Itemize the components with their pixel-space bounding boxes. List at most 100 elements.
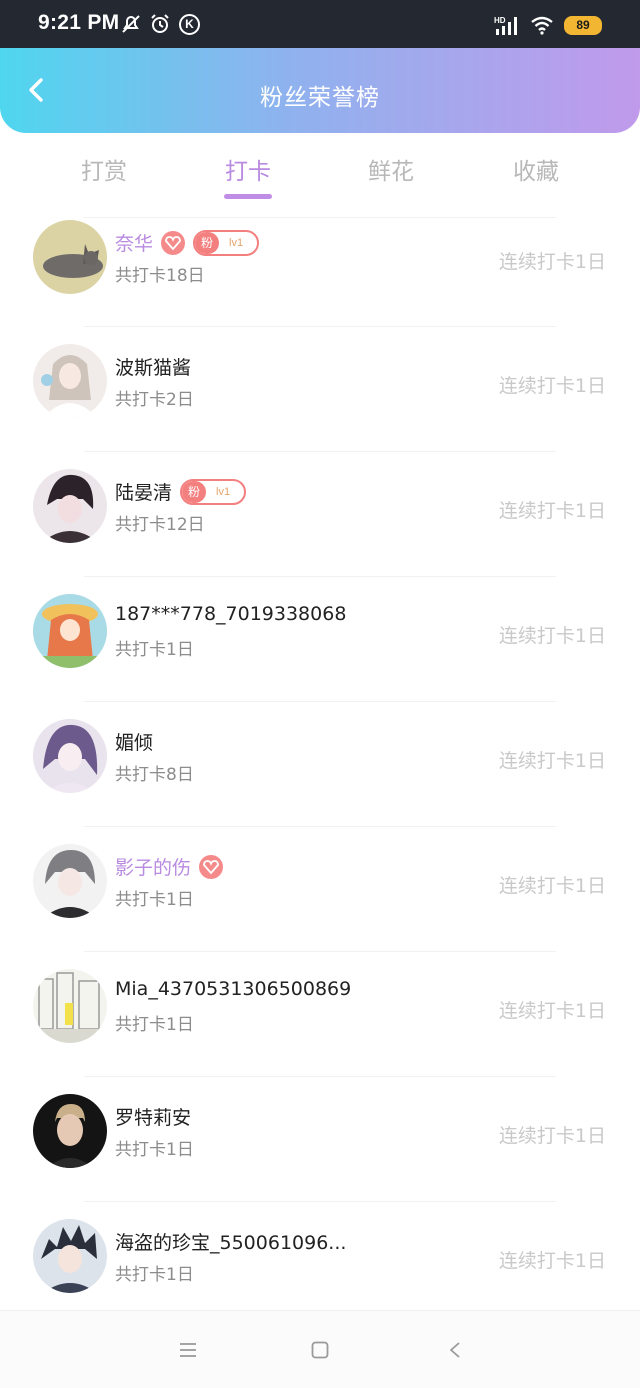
total-checkin: 共打卡1日 [115,1140,194,1160]
tab-reward[interactable]: 打赏 [54,152,154,186]
row-divider [84,1076,556,1077]
page-header: 粉丝荣誉榜 [0,48,640,133]
list-item[interactable]: 罗特莉安 共打卡1日 连续打卡1日 [0,1061,640,1185]
streak-text: 连续打卡1日 [498,875,606,897]
portrait-man-avatar [33,1094,107,1168]
fan-name[interactable]: 陆晏清 [115,478,172,505]
back-triangle-icon [450,1342,460,1358]
streak-text: 连续打卡1日 [498,1000,606,1022]
avatar[interactable] [33,719,107,793]
fan-name[interactable]: 媚倾 [115,728,153,755]
row-divider [84,576,556,577]
total-checkin: 共打卡1日 [115,890,194,910]
home-button[interactable] [305,1337,335,1363]
dark-hair-boy-avatar [33,469,107,543]
name-line: 影子的伤 [115,853,224,880]
list-item[interactable]: Mia_4370531306500869 共打卡1日 连续打卡1日 [0,936,640,1060]
avatar[interactable] [33,594,107,668]
status-time: 9:21 PM [38,11,120,34]
fan-badge-level: lv1 [216,485,231,498]
total-checkin: 共打卡1日 [115,640,194,660]
list-item[interactable]: 187***778_7019338068 共打卡1日 连续打卡1日 [0,561,640,685]
streak-text: 连续打卡1日 [498,1125,606,1147]
fan-name[interactable]: 奈华 [115,229,153,256]
list-item[interactable]: 海盗的珍宝_550061096... 共打卡1日 连续打卡1日 [0,1186,640,1310]
list-item[interactable]: 影子的伤 共打卡1日 连续打卡1日 [0,811,640,935]
row-divider [84,326,556,327]
name-line: 陆晏清 粉 lv1 [115,478,247,505]
muted-bell-icon [122,15,140,33]
tab-checkin[interactable]: 打卡 [198,152,298,186]
vip-heart-badge [199,854,224,879]
avatar[interactable] [33,469,107,543]
signal-icon: HD [494,16,517,35]
system-nav-bar [0,1310,640,1388]
fan-badge-label: 粉 [182,480,207,503]
street-sketch-avatar [33,969,107,1043]
home-square-icon [311,1341,329,1359]
grey-cat-avatar [33,220,107,294]
system-back-button[interactable] [440,1337,470,1363]
fan-badge-level: lv1 [229,236,244,249]
row-divider [84,217,556,218]
fan-level-badge: 粉 lv1 [180,478,247,505]
fan-name[interactable]: 187***778_7019338068 [115,603,346,625]
streak-text: 连续打卡1日 [498,375,606,397]
avatar[interactable] [33,220,107,294]
alarm-clock-icon [151,14,169,33]
anime-girl-white-avatar [33,344,107,418]
fan-level-badge: 粉 lv1 [193,229,260,256]
avatar[interactable] [33,844,107,918]
status-left-icons: K [121,13,200,35]
name-line: 海盗的珍宝_550061096... [115,1228,346,1255]
vip-heart-badge [161,230,186,255]
fan-name[interactable]: 罗特莉安 [115,1103,191,1130]
row-divider [84,701,556,702]
streak-text: 连续打卡1日 [498,1250,606,1272]
streak-text: 连续打卡1日 [498,625,606,647]
row-divider [84,826,556,827]
fan-name[interactable]: 海盗的珍宝_550061096... [115,1228,346,1255]
spiky-hair-boy-avatar [33,1219,107,1293]
fan-name[interactable]: Mia_4370531306500869 [115,978,351,1000]
tab-flowers[interactable]: 鲜花 [341,152,441,186]
row-divider [84,451,556,452]
menu-button[interactable] [173,1337,203,1363]
total-checkin: 共打卡1日 [115,1015,194,1035]
wifi-icon [531,16,553,35]
streak-text: 连续打卡1日 [498,500,606,522]
fan-name[interactable]: 影子的伤 [115,853,191,880]
diamond-heart-icon [165,235,181,250]
total-checkin: 共打卡2日 [115,390,194,410]
total-checkin: 共打卡12日 [115,515,205,535]
streak-text: 连续打卡1日 [498,251,606,273]
list-item[interactable]: 波斯猫酱 共打卡2日 连续打卡1日 [0,311,640,435]
name-line: 奈华 粉 lv1 [115,229,260,256]
status-right-icons: HD 89 [494,15,602,35]
list-item[interactable]: 奈华 粉 lv1 共打卡18日 连续打卡1日 [0,187,640,311]
list-item[interactable]: 媚倾 共打卡8日 连续打卡1日 [0,686,640,810]
purple-hair-girl-avatar [33,719,107,793]
list-item[interactable]: 陆晏清 粉 lv1 共打卡12日 连续打卡1日 [0,436,640,560]
avatar[interactable] [33,969,107,1043]
total-checkin: 共打卡18日 [115,266,205,286]
orange-hair-girl-avatar [33,594,107,668]
network-type-label: HD [494,16,506,25]
fan-name[interactable]: 波斯猫酱 [115,353,191,380]
avatar[interactable] [33,1094,107,1168]
name-line: Mia_4370531306500869 [115,978,351,1000]
fan-badge-label: 粉 [195,231,220,254]
battery-indicator: 89 [564,15,602,35]
row-divider [84,951,556,952]
name-line: 媚倾 [115,728,153,755]
diamond-heart-icon [203,859,219,874]
total-checkin: 共打卡1日 [115,1265,194,1285]
avatar[interactable] [33,1219,107,1293]
name-line: 187***778_7019338068 [115,603,346,625]
total-checkin: 共打卡8日 [115,765,194,785]
tab-favorites[interactable]: 收藏 [486,152,586,186]
menu-icon [180,1343,196,1357]
avatar[interactable] [33,344,107,418]
status-bar: 9:21 PM K HD 89 [0,0,640,48]
name-line: 波斯猫酱 [115,353,191,380]
